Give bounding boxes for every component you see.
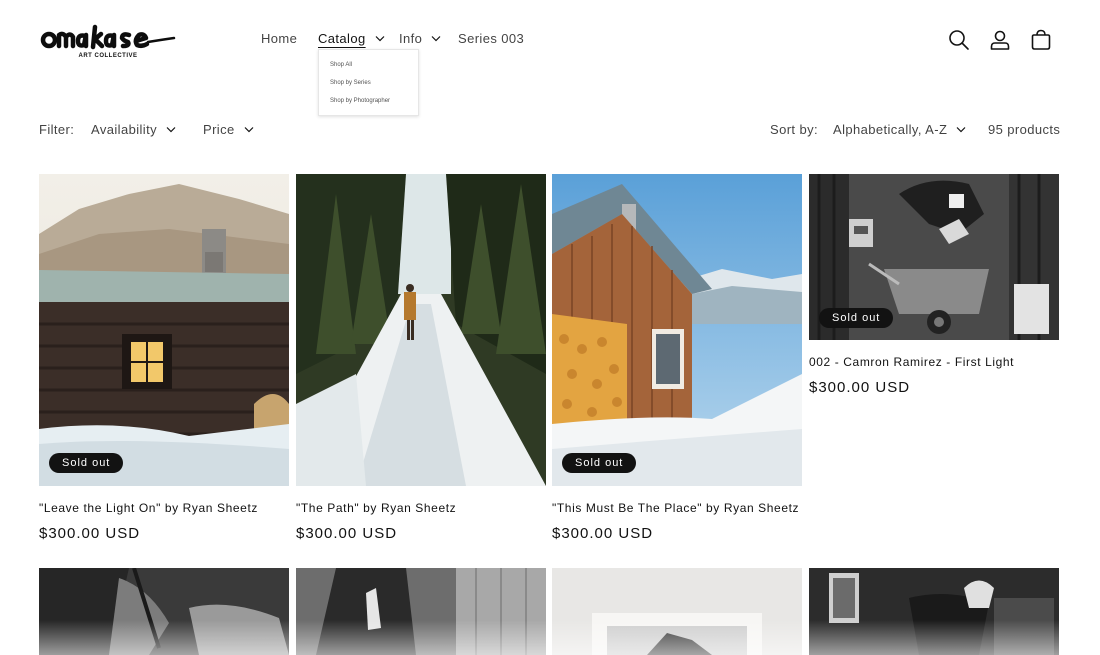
sold-out-badge: Sold out [49,453,124,473]
product-count: 95 products [988,122,1060,137]
sort-label-text: Sort by: [770,122,818,137]
sold-out-badge: Sold out [562,453,637,473]
nav-home[interactable]: Home [261,31,297,46]
product-photo-hands [39,568,289,655]
menu-item-shop-all[interactable]: Shop All [330,62,352,68]
price-filter-label: Price [203,122,235,137]
product-image[interactable] [39,174,289,486]
product-card[interactable] [809,568,1059,655]
product-image[interactable] [552,568,802,655]
menu-item-shop-by-series[interactable]: Shop by Series [330,80,371,86]
product-photo-horse-barn [296,568,546,655]
product-photo-framed-print [552,568,802,655]
product-photo-wood-cabin [552,174,802,486]
account-icon[interactable] [988,28,1012,52]
availability-label: Availability [91,122,157,137]
sort-label: Sort by: [770,122,818,137]
product-image[interactable] [39,568,289,655]
availability-filter[interactable]: Availability [91,122,176,137]
product-price: $300.00 USD [39,525,141,542]
product-price: $300.00 USD [809,379,911,396]
product-price: $300.00 USD [296,525,398,542]
product-image[interactable] [809,568,1059,655]
product-count-text: 95 products [988,122,1061,137]
product-image[interactable] [296,174,546,486]
product-card[interactable]: Sold out "Leave the Light On" by Ryan Sh… [39,174,289,554]
price-filter[interactable]: Price [203,122,254,137]
chevron-down-icon [166,127,176,133]
product-photo-snow-path [296,174,546,486]
product-title[interactable]: "Leave the Light On" by Ryan Sheetz [39,501,258,515]
brand-logo[interactable]: ART COLLECTIVE [40,24,176,64]
brand-subtitle: ART COLLECTIVE [78,53,138,59]
product-card[interactable]: Sold out 002 - Camron Ramirez - First Li… [809,174,1059,404]
site-header: ART COLLECTIVE Home Catalog Info Series … [0,0,1100,80]
nav-info[interactable]: Info [399,31,441,46]
product-title[interactable]: 002 - Camron Ramirez - First Light [809,355,1014,369]
product-card[interactable]: "The Path" by Ryan Sheetz $300.00 USD [296,174,546,554]
filter-label-text: Filter: [39,122,75,137]
nav-home-label: Home [261,31,298,46]
nav-series[interactable]: Series 003 [458,31,524,46]
product-card[interactable] [39,568,289,655]
chevron-down-icon [431,36,441,42]
product-photo-saloon [809,568,1059,655]
sold-out-badge: Sold out [819,308,894,328]
product-image[interactable] [552,174,802,486]
product-card[interactable] [296,568,546,655]
product-photo-cabin-light [39,174,289,486]
catalog-dropdown: Shop All Shop by Series Shop by Photogra… [318,49,419,116]
filter-bar: Filter: Availability Price Sort by: Alph… [0,120,1100,142]
wordmark-logo [40,24,176,50]
product-card[interactable] [552,568,802,655]
product-card[interactable]: Sold out "This Must Be The Place" by Rya… [552,174,802,554]
product-title[interactable]: "This Must Be The Place" by Ryan Sheetz [552,501,799,515]
product-title[interactable]: "The Path" by Ryan Sheetz [296,501,456,515]
nav-catalog[interactable]: Catalog [318,31,385,46]
sort-select[interactable]: Alphabetically, A-Z [833,122,966,137]
nav-info-label: Info [399,31,423,46]
filter-label: Filter: [39,122,74,137]
nav-catalog-label: Catalog [318,31,366,46]
sort-value: Alphabetically, A-Z [833,122,948,137]
chevron-down-icon [375,36,385,42]
menu-item-shop-by-photographer[interactable]: Shop by Photographer [330,98,390,104]
nav-series-label: Series 003 [458,31,525,46]
product-image[interactable] [296,568,546,655]
chevron-down-icon [956,127,966,133]
product-price: $300.00 USD [552,525,654,542]
chevron-down-icon [244,127,254,133]
search-icon[interactable] [947,28,971,52]
cart-icon[interactable] [1029,28,1053,52]
